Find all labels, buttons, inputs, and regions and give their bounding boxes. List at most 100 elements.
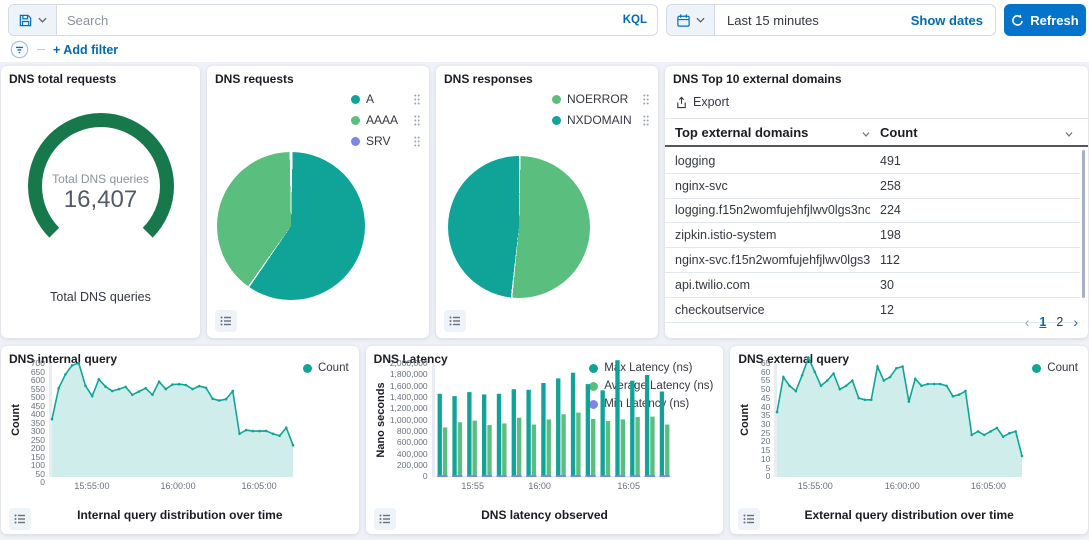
x-tick-label: 15:55: [461, 481, 484, 491]
data-point: [91, 395, 94, 398]
export-button[interactable]: Export: [675, 95, 729, 109]
x-tick-label: 16:00: [528, 481, 551, 491]
sort-chevron-icon[interactable]: [861, 129, 871, 139]
page-button[interactable]: 2: [1056, 315, 1063, 329]
data-point: [198, 385, 201, 388]
data-point: [902, 365, 905, 368]
legend-options-icon[interactable]: [413, 93, 421, 106]
table-header: Top external domains Count: [665, 118, 1088, 147]
domain-cell: checkoutservice: [665, 303, 870, 317]
legend-toggle-button[interactable]: [738, 508, 760, 530]
data-point: [782, 376, 785, 379]
sort-chevron-icon[interactable]: [1064, 129, 1074, 139]
y-tick-label: 2,000,000: [390, 359, 428, 368]
legend-options-icon[interactable]: [413, 135, 421, 148]
legend-toggle-button[interactable]: [374, 508, 396, 530]
page-button[interactable]: 1: [1039, 315, 1046, 329]
chart-legend: Count: [1032, 362, 1078, 374]
data-point: [858, 397, 861, 400]
legend-label: Count: [318, 362, 349, 374]
data-point: [225, 398, 228, 401]
max-latency-bar: [511, 389, 515, 477]
legend-toggle-button[interactable]: [9, 508, 31, 530]
data-point: [990, 430, 993, 433]
legend-options-icon[interactable]: [413, 114, 421, 127]
data-point: [84, 385, 87, 388]
data-point: [833, 372, 836, 375]
legend-label: AAAA: [366, 113, 407, 127]
kql-badge[interactable]: KQL: [613, 14, 657, 26]
x-axis-title: DNS latency observed: [366, 508, 724, 522]
legend-item[interactable]: Count: [303, 362, 349, 374]
min-latency-bar: [467, 475, 477, 477]
x-tick-label: 16:05:00: [971, 481, 1006, 491]
data-point: [278, 435, 281, 438]
legend-options-icon[interactable]: [642, 114, 650, 127]
legend-color-dot: [351, 95, 360, 104]
gauge-bottom-label: Total DNS queries: [1, 290, 200, 304]
legend-options-icon[interactable]: [642, 93, 650, 106]
pie-chart[interactable]: [448, 156, 590, 298]
list-icon: [449, 315, 461, 327]
pie-chart[interactable]: [217, 152, 365, 300]
max-latency-bar: [615, 360, 619, 477]
top-navigation-bar: KQL Last 15 minutes Show dates Refresh +…: [0, 0, 1089, 62]
calendar-menu-button[interactable]: [667, 5, 715, 35]
legend-color-dot: [552, 116, 561, 125]
area-chart: [774, 363, 1022, 477]
pie-legend: NOERROR NXDOMAIN: [552, 92, 650, 127]
data-point: [826, 379, 829, 382]
list-icon: [220, 315, 232, 327]
x-axis-ticks: 15:5516:0016:05: [432, 481, 672, 493]
x-axis-ticks: 15:55:0016:00:0016:05:00: [49, 481, 293, 493]
legend-item[interactable]: Count: [1032, 362, 1078, 374]
data-point: [952, 395, 955, 398]
data-point: [820, 385, 823, 388]
data-point: [1002, 435, 1005, 438]
search-input[interactable]: [57, 13, 613, 28]
min-latency-bar: [526, 475, 536, 477]
data-point: [205, 387, 208, 390]
panel-title: DNS Top 10 external domains: [673, 72, 842, 86]
filter-icon[interactable]: [10, 40, 29, 59]
legend-label: A: [366, 92, 407, 106]
refresh-button[interactable]: Refresh: [1004, 4, 1086, 36]
data-point: [191, 388, 194, 391]
data-point: [921, 385, 924, 388]
legend-item[interactable]: NOERROR: [552, 92, 650, 106]
max-latency-bar: [452, 396, 456, 477]
panel-title: DNS requests: [215, 72, 294, 86]
column-header-domains[interactable]: Top external domains: [665, 125, 870, 140]
data-point: [265, 430, 268, 433]
prev-page-icon[interactable]: ‹: [1025, 314, 1030, 330]
data-point: [1008, 432, 1011, 435]
column-header-count[interactable]: Count: [870, 125, 918, 140]
pagination: ‹ 12 ›: [1025, 314, 1078, 330]
legend-item[interactable]: A: [351, 92, 421, 106]
legend-item[interactable]: SRV: [351, 134, 421, 148]
legend-toggle-button[interactable]: [444, 310, 466, 332]
saved-query-menu-button[interactable]: [9, 5, 57, 35]
panel-dns-internal-query: DNS internal query Count Count 700650600…: [1, 346, 359, 534]
legend-item[interactable]: AAAA: [351, 113, 421, 127]
pie-legend: AAAAASRV: [351, 92, 421, 148]
y-tick-label: 0: [766, 472, 771, 481]
table-scrollbar[interactable]: [1082, 150, 1085, 298]
avg-latency-bar: [650, 417, 654, 477]
avg-latency-bar: [576, 413, 580, 477]
legend-item[interactable]: NXDOMAIN: [552, 113, 650, 127]
show-dates-button[interactable]: Show dates: [911, 13, 995, 28]
y-tick-label: 1,800,000: [390, 370, 428, 379]
table-row: nginx-svc.f15n2womfujehfjlwv0lgs3no...11…: [665, 248, 1080, 273]
y-tick-label: 200,000: [397, 461, 428, 470]
legend-color-dot: [351, 116, 360, 125]
y-tick-label: 800,000: [397, 427, 428, 436]
max-latency-bar: [482, 394, 486, 477]
add-filter-button[interactable]: + Add filter: [53, 43, 118, 57]
x-tick-label: 16:00:00: [885, 481, 920, 491]
data-point: [889, 376, 892, 379]
legend-label: Count: [1047, 362, 1078, 374]
time-range-label[interactable]: Last 15 minutes: [715, 13, 911, 28]
legend-toggle-button[interactable]: [215, 310, 237, 332]
next-page-icon[interactable]: ›: [1073, 314, 1078, 330]
